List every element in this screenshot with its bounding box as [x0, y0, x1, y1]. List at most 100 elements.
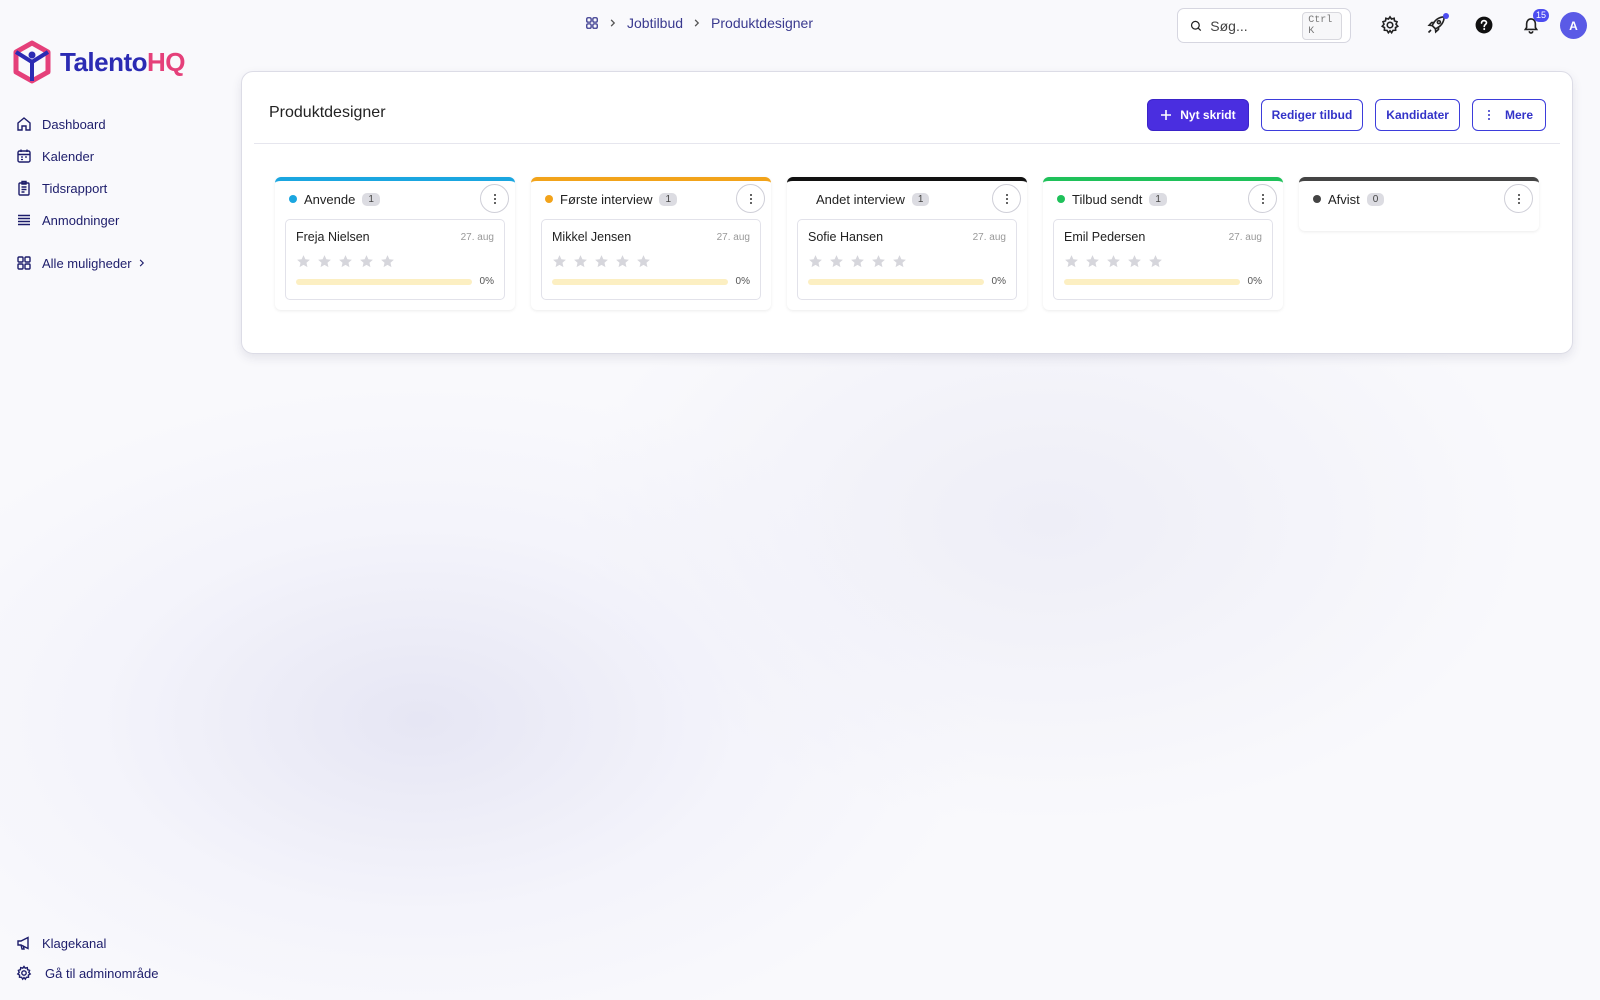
progress-bar [552, 278, 728, 285]
column-menu-button[interactable] [992, 184, 1021, 213]
column-header: Anvende 1 [275, 181, 515, 217]
rating-stars[interactable] [1064, 254, 1262, 269]
column-menu-button[interactable] [1248, 184, 1277, 213]
star-icon[interactable] [317, 254, 332, 269]
sidebar-item-all-options[interactable]: Alle muligheder [16, 247, 216, 279]
vertical-dots-icon [1005, 193, 1008, 204]
star-icon[interactable] [636, 254, 651, 269]
more-button[interactable]: Mere [1471, 99, 1546, 131]
star-icon[interactable] [871, 254, 886, 269]
edit-offer-button[interactable]: Rediger tilbud [1260, 99, 1364, 131]
pipeline-column-second-interview: Andet interview 1 Sofie Hansen 27. aug 0… [787, 177, 1027, 310]
stack-icon [18, 214, 30, 226]
new-indicator-dot [1443, 13, 1449, 19]
star-icon[interactable] [573, 254, 588, 269]
sidebar-item-requests[interactable]: Anmodninger [16, 204, 216, 236]
star-icon[interactable] [594, 254, 609, 269]
sidebar-nav: Dashboard Kalender Tidsrapport Anmodning… [16, 108, 216, 279]
star-icon[interactable] [1127, 254, 1142, 269]
star-icon[interactable] [296, 254, 311, 269]
column-header: Andet interview 1 [787, 181, 1027, 217]
breadcrumb: Jobtilbud Produktdesigner [585, 15, 813, 31]
search-shortcut: Ctrl K [1302, 11, 1342, 40]
star-icon[interactable] [808, 254, 823, 269]
candidate-card[interactable]: Freja Nielsen 27. aug 0% [285, 219, 505, 300]
cube-logo-icon [13, 40, 51, 84]
whats-new-button[interactable] [1424, 13, 1449, 37]
header-actions: Nyt skridt Rediger tilbud Kandidater Mer… [1147, 99, 1546, 131]
notification-count-badge: 15 [1532, 9, 1549, 22]
candidate-name: Mikkel Jensen [552, 230, 632, 244]
timesheet-icon [18, 180, 30, 196]
stage-color-dot [1313, 195, 1321, 203]
star-icon[interactable] [359, 254, 374, 269]
column-title: Tilbud sendt [1072, 191, 1143, 207]
vertical-dots-icon [1517, 193, 1520, 204]
star-icon[interactable] [1106, 254, 1121, 269]
help-icon [1475, 16, 1493, 34]
vertical-dots-icon [1487, 110, 1490, 120]
candidate-card[interactable]: Mikkel Jensen 27. aug 0% [541, 219, 761, 300]
brand-logo[interactable]: TalentoHQ [12, 40, 186, 84]
progress-value: 0% [479, 276, 494, 287]
candidate-date: 27. aug [716, 231, 750, 243]
help-button[interactable] [1472, 13, 1496, 37]
new-step-label: Nyt skridt [1180, 108, 1236, 122]
sidebar-item-calendar[interactable]: Kalender [16, 140, 216, 172]
plus-icon [1161, 110, 1172, 120]
candidate-progress: 0% [808, 276, 1006, 287]
star-icon[interactable] [1148, 254, 1163, 269]
column-count-badge: 0 [1366, 192, 1385, 206]
candidate-card[interactable]: Emil Pedersen 27. aug 0% [1053, 219, 1273, 300]
star-icon[interactable] [892, 254, 907, 269]
column-menu-button[interactable] [736, 184, 765, 213]
star-icon[interactable] [850, 254, 865, 269]
candidate-card[interactable]: Sofie Hansen 27. aug 0% [797, 219, 1017, 300]
rating-stars[interactable] [552, 254, 750, 269]
chevron-right-icon [610, 19, 616, 27]
settings-button[interactable] [1378, 13, 1402, 37]
new-step-button[interactable]: Nyt skridt [1147, 99, 1249, 131]
star-icon[interactable] [552, 254, 567, 269]
rating-stars[interactable] [296, 254, 494, 269]
column-title: Første interview [560, 191, 653, 207]
sidebar-item-label: Kalender [42, 148, 95, 164]
star-icon[interactable] [1085, 254, 1100, 269]
column-menu-button[interactable] [1504, 184, 1533, 213]
gear-icon [1381, 15, 1399, 35]
sidebar-item-label: Klagekanal [42, 935, 107, 951]
stage-color-dot [545, 195, 553, 203]
column-menu-button[interactable] [480, 184, 509, 213]
search-input[interactable] [1210, 17, 1295, 34]
breadcrumb-item-jobs[interactable]: Jobtilbud [627, 15, 683, 31]
column-count-badge: 1 [362, 192, 380, 206]
vertical-dots-icon [493, 193, 496, 204]
star-icon[interactable] [829, 254, 844, 269]
rating-stars[interactable] [808, 254, 1006, 269]
star-icon[interactable] [380, 254, 395, 269]
stage-color-dot [1057, 195, 1065, 203]
notifications-button[interactable]: 15 [1519, 9, 1549, 37]
sidebar-item-complaints[interactable]: Klagekanal [16, 928, 236, 958]
star-icon[interactable] [338, 254, 353, 269]
stage-color-dot [801, 195, 809, 203]
candidates-button[interactable]: Kandidater [1375, 99, 1460, 131]
progress-bar [1064, 278, 1240, 285]
grid-icon[interactable] [585, 16, 599, 30]
sidebar-item-label: Dashboard [42, 116, 106, 132]
page-title: Produktdesigner [269, 104, 386, 121]
breadcrumb-item-current[interactable]: Produktdesigner [711, 15, 813, 31]
star-icon[interactable] [1064, 254, 1079, 269]
sidebar-item-timesheet[interactable]: Tidsrapport [16, 172, 216, 204]
job-pipeline-card: Produktdesigner Nyt skridt Rediger tilbu… [241, 71, 1573, 354]
star-icon[interactable] [615, 254, 630, 269]
sidebar-item-admin[interactable]: Gå til adminområde [16, 958, 236, 988]
search-box[interactable]: Ctrl K [1177, 8, 1351, 43]
candidate-name: Sofie Hansen [808, 230, 884, 244]
sidebar-item-label: Gå til adminområde [45, 965, 159, 981]
column-title: Afvist [1328, 191, 1360, 207]
pipeline-column-first-interview: Første interview 1 Mikkel Jensen 27. aug… [531, 177, 771, 310]
sidebar-item-dashboard[interactable]: Dashboard [16, 108, 216, 140]
megaphone-icon [17, 936, 29, 950]
user-avatar[interactable]: A [1560, 12, 1587, 39]
